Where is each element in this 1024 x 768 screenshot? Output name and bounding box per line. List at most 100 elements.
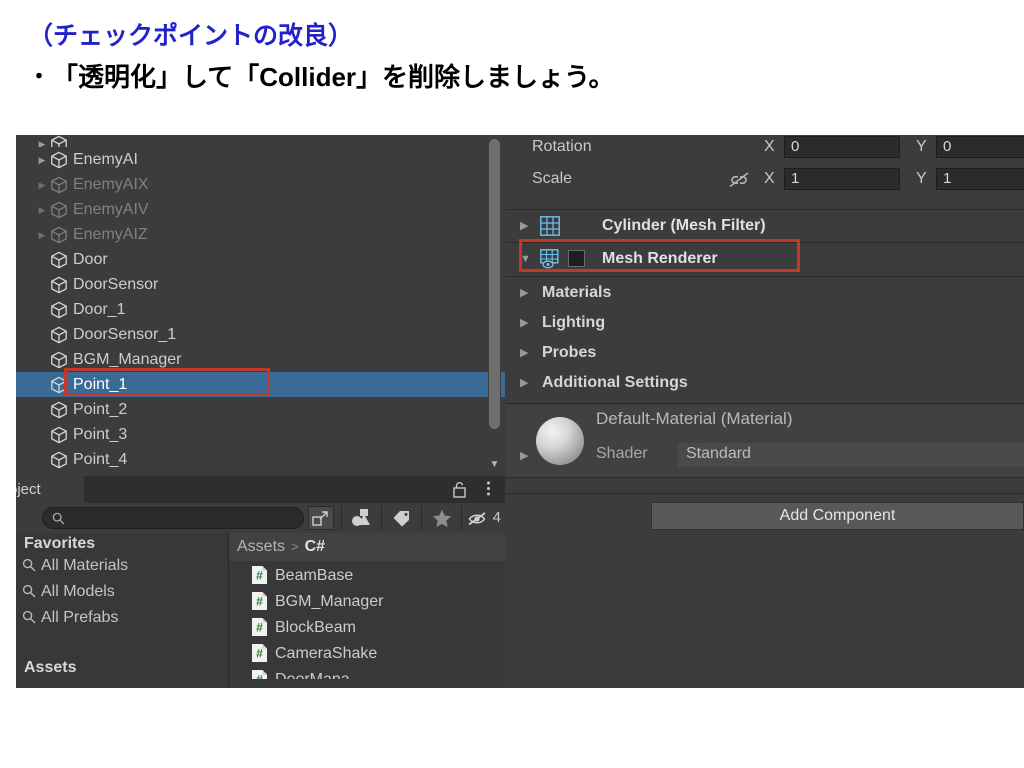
csharp-script-icon: #: [251, 643, 268, 663]
unlocked-padlock-icon[interactable]: [452, 481, 467, 502]
left-column: ▶ ▶ EnemyAI ▶ EnemyAIX ▶ EnemyAIV ▶ EnemyAIZ Door…: [16, 135, 505, 688]
unity-editor-screenshot: ▶ ▶ EnemyAI ▶ EnemyAIX ▶ EnemyAIV ▶ EnemyAIZ Door…: [16, 135, 1024, 688]
shapes-filter-icon[interactable]: [341, 505, 381, 531]
hierarchy-item-selected[interactable]: Point_1: [16, 372, 505, 397]
chevron-down-icon[interactable]: ▼: [520, 243, 531, 275]
hierarchy-item[interactable]: Point_2: [16, 397, 505, 422]
tag-icon[interactable]: [381, 505, 421, 531]
hierarchy-item-label: Door_1: [73, 301, 126, 318]
divider: [506, 477, 1024, 478]
renderer-section-row[interactable]: ▶ Lighting: [506, 308, 1024, 338]
scrollbar-thumb[interactable]: [489, 139, 500, 429]
gameobject-cube-icon: [50, 135, 68, 147]
add-component-button[interactable]: Add Component: [651, 502, 1024, 530]
hierarchy-item[interactable]: Door_1: [16, 297, 505, 322]
tab-project[interactable]: roject: [16, 476, 84, 503]
hierarchy-item[interactable]: Point_4: [16, 447, 505, 472]
chevron-right-icon[interactable]: ▶: [520, 278, 528, 308]
renderer-section-label: Additional Settings: [542, 374, 688, 391]
csharp-script-icon: #: [251, 565, 268, 585]
hierarchy-item[interactable]: ▶ EnemyAIZ: [16, 222, 505, 247]
transform-field-x[interactable]: 0: [784, 136, 900, 158]
shader-dropdown[interactable]: Standard: [678, 443, 1024, 467]
hierarchy-item[interactable]: BGM_Manager: [16, 347, 505, 372]
hierarchy-item-label: EnemyAIZ: [73, 226, 148, 243]
search-icon: [22, 558, 36, 577]
hierarchy-item[interactable]: Point_3: [16, 422, 505, 447]
asset-list-item[interactable]: # BeamBase: [251, 563, 353, 589]
asset-item-label: DoorMana: [275, 671, 350, 679]
hierarchy-item[interactable]: ▶: [16, 135, 505, 147]
gameobject-cube-icon: [50, 301, 68, 319]
breadcrumb-current[interactable]: C#: [305, 538, 325, 555]
chevron-right-icon[interactable]: ▶: [520, 338, 528, 368]
svg-text:#: #: [256, 621, 263, 635]
asset-list-item[interactable]: # BGM_Manager: [251, 589, 384, 615]
transform-row: Rotation X 0 Y 0: [506, 135, 1024, 163]
hierarchy-item-content: BGM_Manager: [16, 347, 505, 373]
hierarchy-item[interactable]: ▶ EnemyAIX: [16, 172, 505, 197]
favorite-item[interactable]: All Models: [22, 583, 115, 603]
vertical-dots-icon[interactable]: [486, 480, 491, 501]
renderer-section-row[interactable]: ▶ Materials: [506, 278, 1024, 308]
transform-row-label: Rotation: [532, 138, 592, 155]
transform-field-y[interactable]: 1: [936, 168, 1024, 190]
axis-label-y: Y: [916, 170, 927, 187]
chevron-right-icon[interactable]: ▶: [34, 173, 50, 198]
chevron-right-icon[interactable]: ▶: [34, 223, 50, 248]
hierarchy-item-content: ▶ EnemyAIX: [16, 172, 505, 198]
chevron-right-icon[interactable]: ▶: [520, 308, 528, 338]
renderer-section-label: Lighting: [542, 314, 606, 331]
divider: [506, 403, 1024, 404]
breadcrumb-root[interactable]: Assets: [237, 538, 285, 555]
favorite-item[interactable]: All Materials: [22, 557, 128, 577]
hidden-eye-icon[interactable]: 4: [461, 505, 505, 531]
transform-row-label: Scale: [532, 170, 573, 187]
gameobject-cube-icon: [50, 376, 68, 394]
chevron-right-icon[interactable]: ▶: [34, 138, 50, 147]
search-icon: [52, 512, 65, 529]
hierarchy-scrollbar[interactable]: ▼: [488, 137, 501, 474]
transform-field-y[interactable]: 0: [936, 136, 1024, 158]
expand-icon[interactable]: [308, 506, 334, 530]
chevron-right-icon[interactable]: ▶: [520, 449, 528, 462]
favorite-item[interactable]: All Prefabs: [22, 609, 118, 629]
hierarchy-item[interactable]: DoorSensor_1: [16, 322, 505, 347]
component-header-mesh-renderer[interactable]: ▼ Mesh Renderer: [506, 243, 1024, 275]
hierarchy-item-content: Point_3: [16, 422, 505, 448]
star-icon[interactable]: [421, 505, 461, 531]
assets-header: Assets: [24, 659, 77, 676]
gameobject-cube-icon: [50, 176, 68, 194]
chevron-right-icon[interactable]: ▶: [520, 210, 528, 242]
chevron-right-icon[interactable]: ▶: [34, 198, 50, 223]
hierarchy-item[interactable]: Door: [16, 247, 505, 272]
linked-off-icon[interactable]: [728, 169, 750, 201]
slide-page: （チェックポイントの改良） ・「透明化」して「Collider」を削除しましょう…: [0, 0, 1024, 768]
hierarchy-item-label: Door: [73, 251, 108, 268]
asset-list-item[interactable]: # CameraShake: [251, 641, 377, 667]
renderer-section-row[interactable]: ▶ Probes: [506, 338, 1024, 368]
hierarchy-item[interactable]: ▶ EnemyAIV: [16, 197, 505, 222]
transform-field-x[interactable]: 1: [784, 168, 900, 190]
gameobject-cube-icon: [50, 451, 68, 469]
axis-label-x: X: [764, 138, 775, 155]
mesh-renderer-enabled-checkbox[interactable]: [568, 250, 585, 267]
component-header-mesh-filter[interactable]: ▶ Cylinder (Mesh Filter): [506, 210, 1024, 242]
asset-list-item[interactable]: # BlockBeam: [251, 615, 356, 641]
hierarchy-item-label: DoorSensor: [73, 276, 159, 293]
chevron-right-icon[interactable]: ▶: [520, 368, 528, 398]
hierarchy-panel[interactable]: ▶ ▶ EnemyAI ▶ EnemyAIX ▶ EnemyAIV ▶ EnemyAIZ Door…: [16, 135, 505, 476]
renderer-section-row[interactable]: ▶ Additional Settings: [506, 368, 1024, 398]
bullet-text: 「透明化」して「Collider」を削除しましょう。: [52, 62, 615, 92]
favorite-item-label: All Materials: [41, 557, 129, 574]
gameobject-cube-icon: [50, 251, 68, 269]
search-input[interactable]: [42, 507, 304, 529]
hierarchy-item-label: Point_3: [73, 426, 128, 443]
asset-list-item[interactable]: # DoorMana: [251, 667, 350, 679]
material-preview-block[interactable]: ▶ Default-Material (Material) Shader Sta…: [506, 405, 1024, 477]
svg-text:#: #: [256, 673, 263, 680]
scroll-down-arrow-icon[interactable]: ▼: [488, 457, 501, 473]
chevron-right-icon[interactable]: ▶: [34, 148, 50, 173]
hierarchy-item[interactable]: DoorSensor: [16, 272, 505, 297]
hierarchy-item[interactable]: ▶ EnemyAI: [16, 147, 505, 172]
